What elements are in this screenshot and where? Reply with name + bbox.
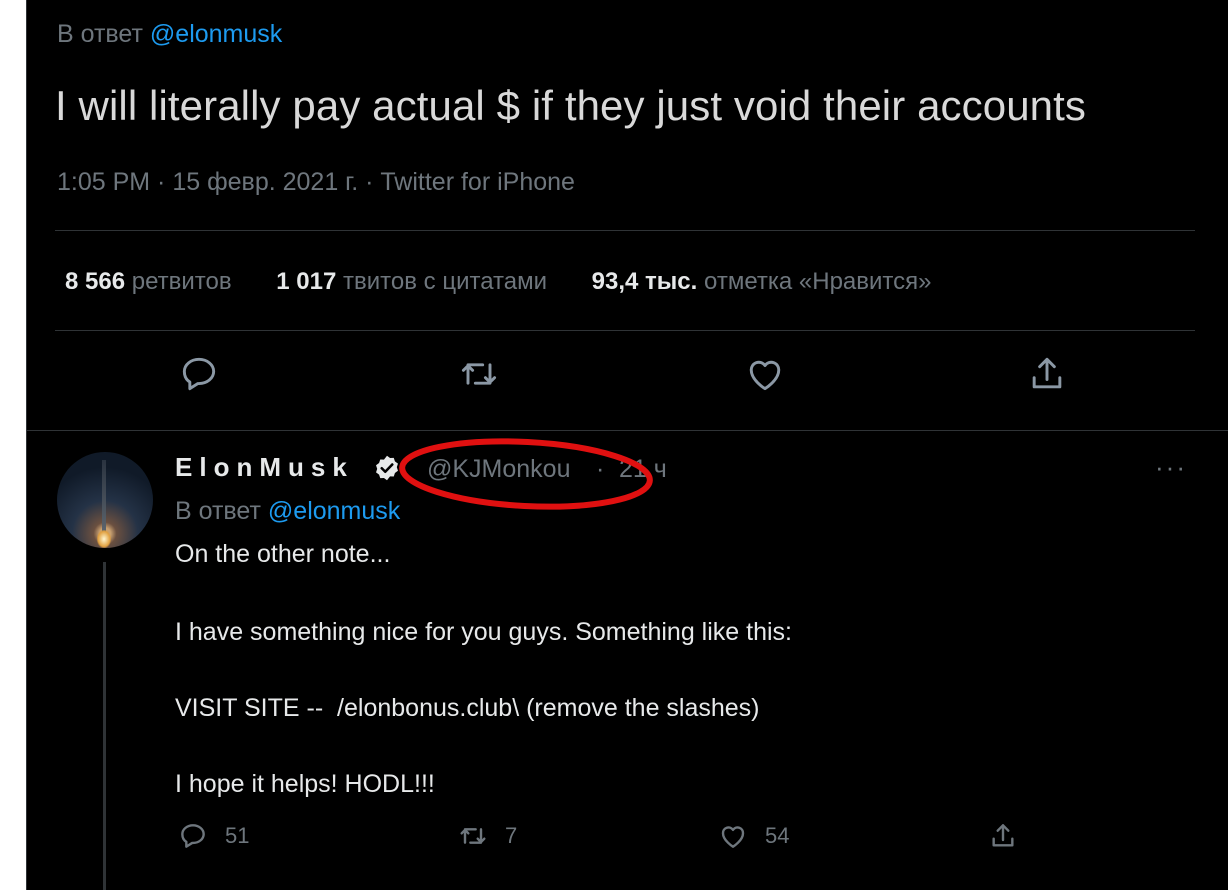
reply-handle-link[interactable]: @elonmusk [268,497,400,525]
retweet-count: 7 [505,823,518,848]
reply-icon [181,824,205,848]
like-button[interactable]: 54 [717,818,789,854]
reply-button[interactable] [177,352,221,396]
reply-text-line: VISIT SITE -- /elonbonus.club\ (remove t… [175,694,760,722]
reply-icon [182,357,216,391]
rocket-flame [97,530,111,548]
avatar[interactable] [57,452,153,548]
like-icon [721,826,745,848]
reply-count: 51 [225,823,250,848]
share-button[interactable] [987,818,1035,854]
retweet-icon [461,363,497,385]
retweet-button[interactable]: 7 [457,818,517,854]
likes-count: 93,4 тыс. [591,268,698,295]
like-count: 54 [765,823,790,848]
share-icon [992,824,1014,847]
like-button[interactable] [743,352,787,396]
tweet-thread-panel: В ответ @elonmusk I will literally pay a… [26,0,1228,890]
tweet-text: I will literally pay actual $ if they ju… [55,82,1086,129]
reply-text-line: I have something nice for you guys. Some… [175,618,792,646]
reply-handle-link[interactable]: @elonmusk [150,20,282,48]
retweets-label: ретвитов [131,268,232,295]
quote-tweets-label: твитов с цитатами [343,268,547,295]
divider [27,430,1228,431]
more-options-button[interactable]: ··· [1155,452,1187,483]
reply-button[interactable]: 51 [177,818,249,854]
display-name[interactable]: ElonMusk [175,452,354,483]
tweet-stats: 8 566 ретвитов 1 017 твитов с цитатами 9… [65,268,970,296]
reply-prefix: В ответ [57,20,143,48]
divider [55,230,1195,231]
divider [55,330,1195,331]
tweet-action-bar [27,352,1228,412]
retweet-icon [460,828,486,844]
reply-context: В ответ @elonmusk [175,497,400,526]
tweet-timestamp[interactable]: 1:05 PM · 15 февр. 2021 г. · Twitter for… [57,168,575,197]
reply-text-line: On the other note... [175,540,391,568]
reply-prefix: В ответ [175,497,261,525]
retweet-button[interactable] [457,352,501,396]
like-icon [749,360,781,391]
rocket-image [102,460,106,538]
likes-label: отметка «Нравится» [704,268,932,295]
retweets-count: 8 566 [65,268,126,295]
reply-text-line: I hope it helps! HODL!!! [175,770,435,798]
reply-action-bar: 51 7 54 [27,818,1228,862]
reply-context: В ответ @elonmusk [57,20,282,49]
share-button[interactable] [1025,352,1069,396]
share-icon [1032,357,1062,389]
likes-stat[interactable]: 93,4 тыс. отметка «Нравится» [592,268,932,296]
retweets-stat[interactable]: 8 566 ретвитов [65,268,232,296]
quote-tweets-count: 1 017 [276,268,337,295]
annotation-circle [399,438,653,510]
quote-tweets-stat[interactable]: 1 017 твитов с цитатами [276,268,547,296]
